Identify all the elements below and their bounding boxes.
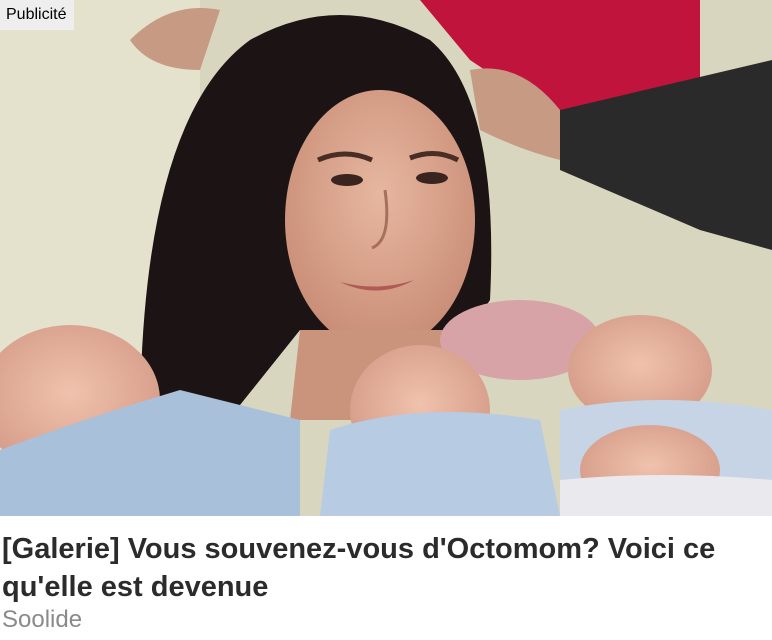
ad-image[interactable]: Publicité [0,0,772,516]
ad-photo-illustration [0,0,772,516]
sponsored-badge: Publicité [0,0,75,30]
sponsored-ad-card[interactable]: Publicité [Galerie] Vous souvenez-vous d… [0,0,772,640]
ad-source[interactable]: Soolide [0,606,772,634]
ad-headline[interactable]: [Galerie] Vous souvenez-vous d'Octomom? … [0,516,766,606]
